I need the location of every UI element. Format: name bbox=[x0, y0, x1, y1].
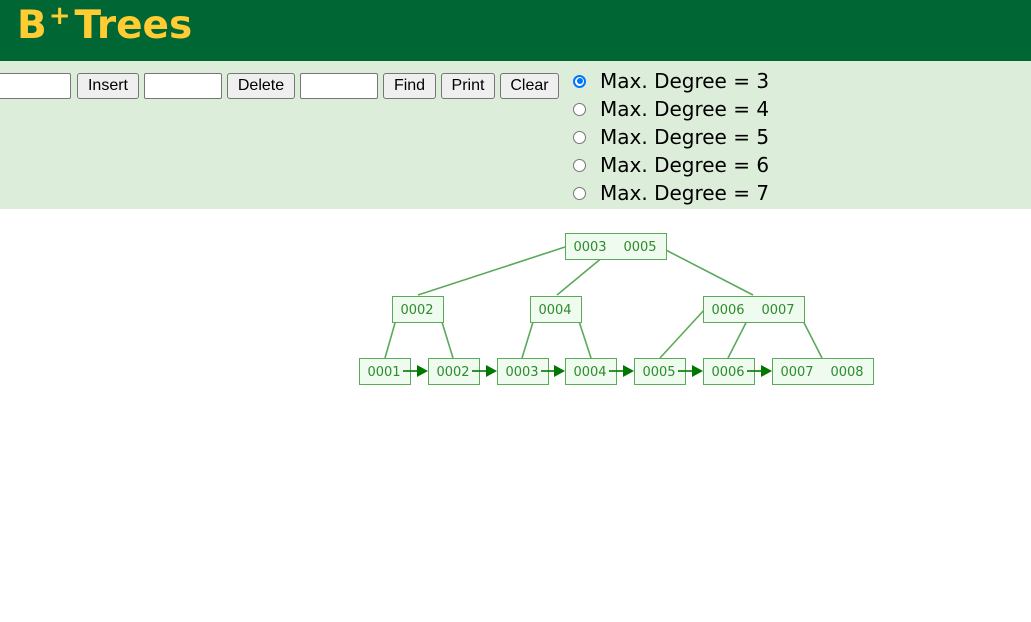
node-key: 0001 bbox=[367, 365, 400, 380]
node-key: 0007 bbox=[780, 365, 813, 380]
arrowhead-icon bbox=[554, 365, 565, 377]
arrowhead-icon bbox=[417, 365, 428, 377]
node-key: 0008 bbox=[830, 365, 863, 380]
arrowhead-icon bbox=[623, 365, 634, 377]
arrowhead-icon bbox=[761, 365, 772, 377]
arrowhead-icon bbox=[486, 365, 497, 377]
tree-edge bbox=[659, 308, 706, 359]
node-key: 0006 bbox=[711, 303, 744, 318]
node-key: 0005 bbox=[623, 240, 656, 255]
node-key: 0002 bbox=[400, 303, 433, 318]
node-key: 0003 bbox=[573, 240, 606, 255]
node-key: 0002 bbox=[436, 365, 469, 380]
tree-canvas: 0003 0005 0002 0004 0006 0007 0001 0002 0003 0004… bbox=[359, 233, 874, 385]
arrowhead-icon bbox=[692, 365, 703, 377]
node-key: 0006 bbox=[711, 365, 744, 380]
node-key: 0005 bbox=[642, 365, 675, 380]
node-key: 0004 bbox=[573, 365, 606, 380]
tree-edge bbox=[659, 246, 754, 296]
node-key: 0007 bbox=[761, 303, 794, 318]
tree-edge bbox=[417, 246, 566, 296]
node-key: 0004 bbox=[538, 303, 571, 318]
node-key: 0003 bbox=[505, 365, 538, 380]
